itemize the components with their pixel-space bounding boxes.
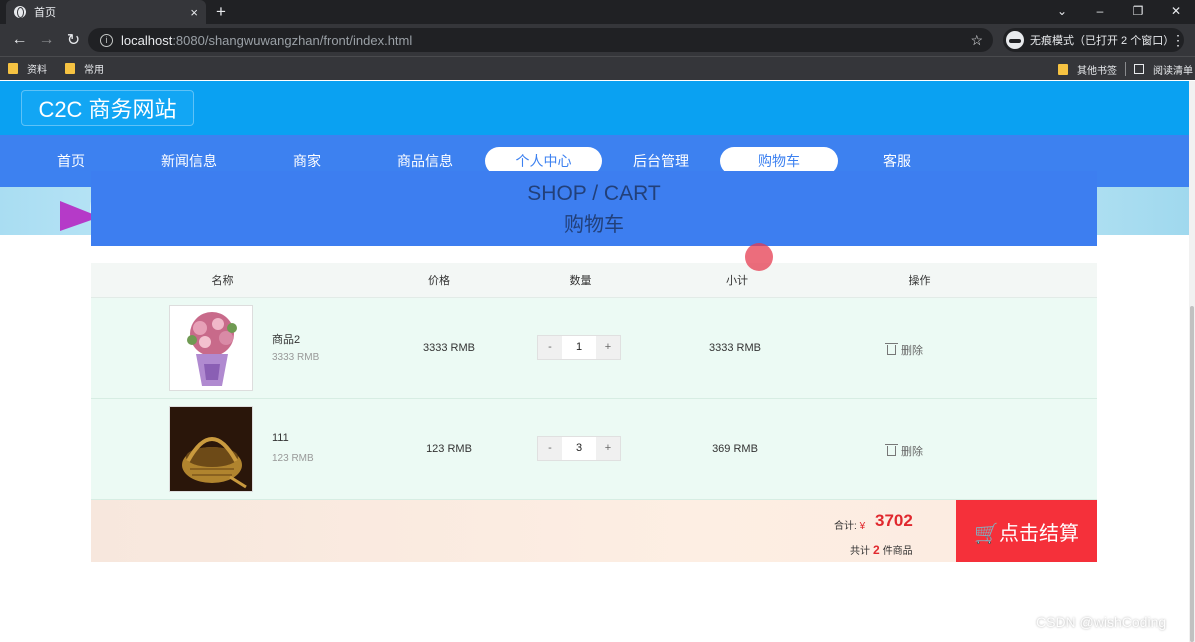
- tab-close-icon[interactable]: ×: [190, 5, 198, 20]
- product-name[interactable]: 商品2: [272, 331, 300, 347]
- address-bar: ← → ↻ i localhost:8080/shangwuwangzhan/f…: [0, 24, 1195, 56]
- tab-search-icon[interactable]: ⌄: [1043, 0, 1081, 24]
- folder-icon: [8, 63, 18, 74]
- bookmarks-bar: 资料 常用 其他书签 阅读清单: [0, 56, 1195, 80]
- site-header: C2C 商务网站: [0, 81, 1195, 135]
- total-label: 合计: ¥: [834, 517, 865, 532]
- total-amount: 3702: [875, 511, 913, 530]
- incognito-indicator[interactable]: 无痕模式（已打开 2 个窗口）: [1003, 28, 1185, 52]
- decrement-button[interactable]: -: [538, 437, 562, 460]
- col-qty: 数量: [569, 275, 592, 287]
- incognito-icon: [1006, 31, 1024, 49]
- table-row: 商品2 3333 RMB 3333 RMB - 1 + 3333 RMB 删除: [91, 298, 1097, 399]
- bookmark-folder[interactable]: 常用: [65, 61, 104, 76]
- browser-tab[interactable]: 首页 ×: [6, 0, 206, 24]
- count-prefix: 共计: [850, 546, 870, 557]
- bookmark-folder[interactable]: 资料: [8, 61, 47, 76]
- scrollbar[interactable]: [1189, 81, 1195, 642]
- delete-label: 删除: [901, 345, 923, 357]
- tab-title: 首页: [34, 7, 56, 19]
- quantity-input[interactable]: 3: [562, 437, 596, 460]
- item-subtotal: 3333 RMB: [709, 342, 761, 354]
- url-host: localhost: [121, 32, 173, 48]
- quantity-stepper: - 1 +: [537, 335, 621, 360]
- other-bookmarks[interactable]: 其他书签: [1077, 62, 1117, 77]
- window-controls: ⌄ – ❐ ✕: [1043, 0, 1195, 24]
- cart-title-banner: SHOP / CART 购物车: [91, 171, 1097, 246]
- delete-button[interactable]: 删除: [885, 443, 923, 459]
- delete-label: 删除: [901, 446, 923, 458]
- quantity-stepper: - 3 +: [537, 436, 621, 461]
- delete-button[interactable]: 删除: [885, 342, 923, 358]
- scrollbar-thumb[interactable]: [1190, 306, 1194, 642]
- site-logo[interactable]: C2C 商务网站: [21, 90, 194, 126]
- col-price: 价格: [428, 275, 450, 287]
- url-path: :8080/shangwuwangzhan/front/index.html: [172, 32, 413, 48]
- product-unit-price: 3333 RMB: [272, 352, 320, 363]
- count-suffix: 件商品: [882, 546, 913, 557]
- forward-icon[interactable]: →: [33, 31, 60, 49]
- reading-list[interactable]: 阅读清单: [1153, 62, 1193, 77]
- divider: [1125, 62, 1126, 76]
- folder-icon: [1058, 63, 1068, 75]
- mouse-cursor-highlight: [745, 243, 773, 271]
- item-price: 123 RMB: [426, 443, 472, 455]
- decrement-button[interactable]: -: [538, 336, 562, 359]
- folder-icon: [65, 63, 75, 74]
- col-actions: 操作: [908, 275, 931, 287]
- col-name: 名称: [211, 275, 234, 287]
- increment-button[interactable]: +: [596, 336, 620, 359]
- cart-title-en: SHOP / CART: [527, 182, 661, 205]
- currency-symbol: ¥: [859, 521, 866, 532]
- item-count: 共计 2 件商品: [850, 542, 913, 557]
- site-info-icon[interactable]: i: [100, 33, 113, 47]
- basket-image: [170, 407, 252, 491]
- product-image[interactable]: [169, 406, 253, 492]
- menu-kebab-icon[interactable]: ⋮: [1171, 32, 1185, 49]
- cart-table: 名称 价格 数量 小计 操作 商品2 3333 RMB 3333 RMB - 1…: [91, 263, 1097, 562]
- trash-icon: [885, 343, 898, 355]
- reload-icon[interactable]: ↻: [60, 30, 87, 50]
- product-unit-price: 123 RMB: [272, 453, 314, 464]
- incognito-label: 无痕模式（已打开 2 个窗口）: [1030, 35, 1175, 47]
- cart-title-cn: 购物车: [564, 214, 624, 236]
- item-subtotal: 369 RMB: [712, 443, 758, 455]
- total-label-text: 合计:: [834, 521, 857, 532]
- url-input[interactable]: i localhost:8080/shangwuwangzhan/front/i…: [88, 28, 993, 52]
- globe-icon: [14, 6, 26, 18]
- table-header: 名称 价格 数量 小计 操作: [91, 263, 1097, 298]
- bookmark-label: 资料: [27, 65, 47, 76]
- checkout-button[interactable]: 🛒点击结算: [956, 500, 1097, 562]
- item-price: 3333 RMB: [423, 342, 475, 354]
- minimize-button[interactable]: –: [1081, 0, 1119, 24]
- bookmark-star-icon[interactable]: ☆: [970, 32, 983, 49]
- product-image[interactable]: [169, 305, 253, 391]
- reading-list-icon: [1134, 64, 1144, 74]
- restore-button[interactable]: ❐: [1119, 0, 1157, 24]
- trash-icon: [885, 444, 898, 456]
- bookmark-label: 常用: [84, 65, 104, 76]
- close-window-button[interactable]: ✕: [1157, 0, 1195, 24]
- product-name[interactable]: 111: [272, 432, 289, 444]
- increment-button[interactable]: +: [596, 437, 620, 460]
- back-icon[interactable]: ←: [6, 31, 33, 49]
- count-value: 2: [873, 543, 880, 557]
- new-tab-button[interactable]: +: [216, 2, 226, 22]
- table-row: 111 123 RMB 123 RMB - 3 + 369 RMB 删除: [91, 399, 1097, 500]
- flower-bouquet-image: [170, 306, 252, 390]
- browser-tab-bar: 首页 × + ⌄ – ❐ ✕: [0, 0, 1195, 24]
- col-subtotal: 小计: [726, 275, 748, 287]
- watermark: CSDN @wishCoding: [1036, 614, 1167, 630]
- quantity-input[interactable]: 1: [562, 336, 596, 359]
- cart-summary: 合计: ¥ 3702 共计 2 件商品 🛒点击结算: [91, 500, 1097, 562]
